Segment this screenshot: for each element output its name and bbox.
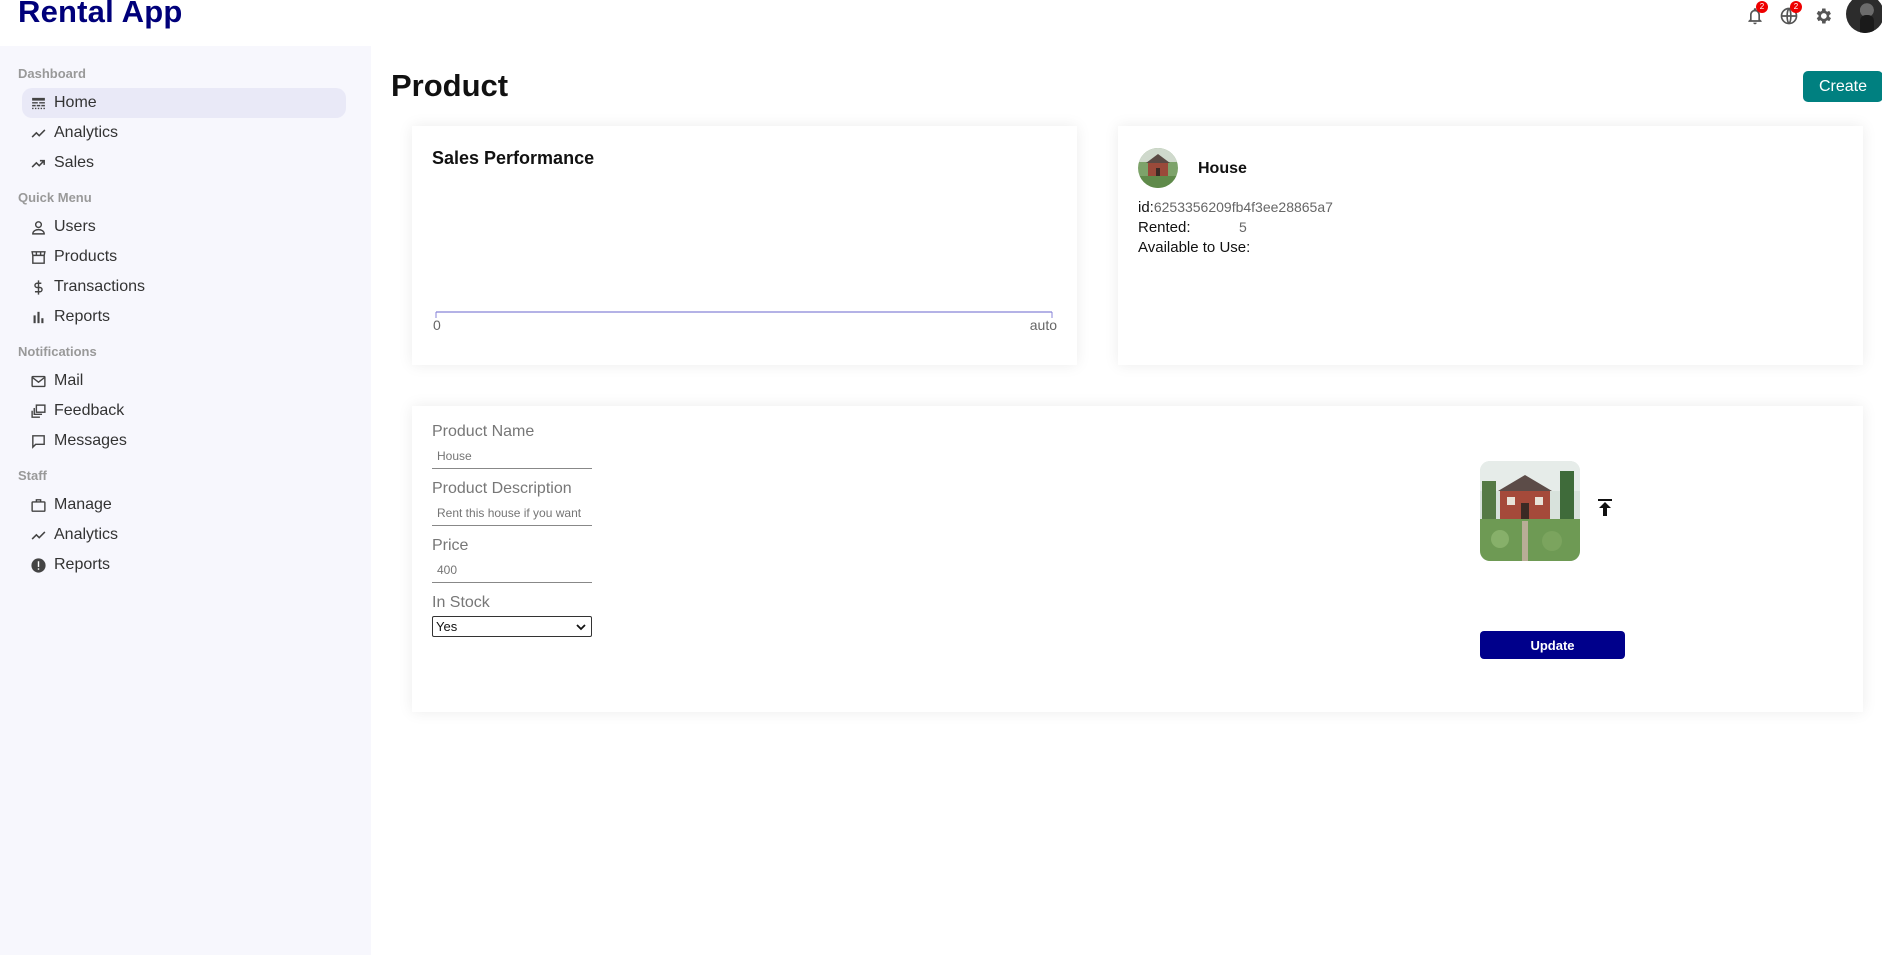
product-thumbnail (1138, 148, 1178, 188)
product-available-label: Available to Use: (1138, 239, 1251, 256)
timeline-icon (31, 128, 46, 138)
dollar-icon (34, 279, 43, 295)
sales-performance-card: Sales Performance 0 auto (412, 126, 1077, 365)
sidebar-item-reports[interactable]: Reports (22, 302, 346, 332)
x-tick-label-max: auto (1030, 317, 1057, 333)
x-tick-label-min: 0 (433, 317, 441, 333)
in-stock-label: In Stock (432, 594, 490, 611)
product-info-card: House id:6253356209fb4f3ee28865a7 Rented… (1118, 126, 1863, 365)
product-name: House (1198, 160, 1247, 177)
sidebar-item-label: Products (54, 248, 118, 265)
app-logo[interactable]: Rental App (18, 0, 182, 30)
product-id-value: 6253356209fb4f3ee28865a7 (1153, 199, 1333, 215)
person-icon (32, 220, 45, 235)
sidebar-item-staff-analytics[interactable]: Analytics (22, 520, 346, 550)
globe-icon[interactable]: 2 (1776, 1, 1802, 29)
sidebar-item-sales[interactable]: Sales (22, 148, 346, 178)
avatar[interactable] (1846, 0, 1882, 33)
main-content: Product Create Sales Performance 0 auto … (371, 46, 1882, 955)
product-id-label: id: (1138, 199, 1154, 216)
sidebar-item-users[interactable]: Users (22, 212, 346, 242)
product-rented-value: 5 (1239, 219, 1247, 235)
notification-badge: 2 (1756, 1, 1768, 13)
price-label: Price (432, 537, 469, 554)
in-stock-selected-value: Yes (436, 619, 458, 634)
sidebar-item-label: Sales (54, 154, 95, 171)
sidebar-item-label: Reports (54, 556, 111, 573)
sidebar-item-label: Manage (54, 496, 112, 513)
sidebar-item-analytics[interactable]: Analytics (22, 118, 346, 148)
product-name-input[interactable] (432, 443, 592, 469)
work-icon (31, 498, 46, 512)
bell-icon[interactable]: 2 (1742, 1, 1768, 29)
sidebar-item-label: Messages (54, 432, 127, 449)
report-icon (31, 557, 46, 573)
update-button[interactable]: Update (1480, 631, 1625, 659)
product-description-label: Product Description (432, 480, 572, 497)
top-bar: Rental App 2 2 (0, 0, 1882, 46)
sidebar-item-label: Feedback (54, 402, 125, 419)
top-right-icons: 2 2 (1734, 0, 1882, 33)
sidebar-item-label: Analytics (54, 124, 119, 141)
chat-bubble-icon (32, 434, 45, 449)
sidebar-item-manage[interactable]: Manage (22, 490, 346, 520)
sidebar: Dashboard Home Analytics Sales Quick Men… (0, 46, 371, 955)
product-update-form: Product Name Product Description Price I… (412, 406, 1863, 712)
storefront-icon (31, 250, 46, 264)
sidebar-section-quick-menu: Quick Menu (18, 190, 92, 205)
upload-icon[interactable] (1593, 496, 1617, 520)
gear-icon[interactable] (1810, 3, 1836, 29)
sidebar-item-label: Reports (54, 308, 111, 325)
price-input[interactable] (432, 557, 592, 583)
mail-icon (31, 375, 46, 387)
sidebar-item-transactions[interactable]: Transactions (22, 272, 346, 302)
sidebar-item-mail[interactable]: Mail (22, 366, 346, 396)
product-available-row: Available to Use: (1138, 239, 1250, 256)
in-stock-select[interactable]: Yes (432, 616, 592, 637)
language-badge: 2 (1790, 1, 1802, 13)
sidebar-item-label: Users (54, 218, 96, 235)
sidebar-item-label: Analytics (54, 526, 119, 543)
sidebar-section-notifications: Notifications (18, 344, 97, 359)
product-name-label: Product Name (432, 423, 535, 440)
sidebar-item-home[interactable]: Home (22, 88, 346, 118)
sidebar-item-products[interactable]: Products (22, 242, 346, 272)
trending-up-icon (31, 159, 45, 168)
sales-chart: 0 auto (433, 311, 1057, 333)
product-image (1480, 461, 1580, 561)
product-description-input[interactable] (432, 500, 592, 526)
sidebar-item-label: Transactions (54, 278, 145, 295)
sidebar-section-dashboard: Dashboard (18, 66, 86, 81)
create-button[interactable]: Create (1803, 71, 1882, 102)
chevron-down-icon (576, 623, 586, 630)
page-title: Product (391, 68, 509, 103)
product-rented-label: Rented: (1138, 219, 1191, 236)
sidebar-item-feedback[interactable]: Feedback (22, 396, 346, 426)
product-id-row: id:6253356209fb4f3ee28865a7 (1138, 199, 1333, 216)
sidebar-item-staff-reports[interactable]: Reports (22, 550, 346, 580)
sidebar-section-staff: Staff (18, 468, 47, 483)
product-rented-row: Rented: 5 (1138, 219, 1338, 236)
line-style-icon (32, 97, 45, 109)
sidebar-item-label: Home (54, 94, 97, 111)
sidebar-item-label: Mail (54, 372, 84, 389)
dynamic-feed-icon (31, 403, 46, 418)
bar-chart-icon (33, 311, 44, 323)
sidebar-item-messages[interactable]: Messages (22, 426, 346, 456)
timeline-icon (31, 530, 46, 540)
